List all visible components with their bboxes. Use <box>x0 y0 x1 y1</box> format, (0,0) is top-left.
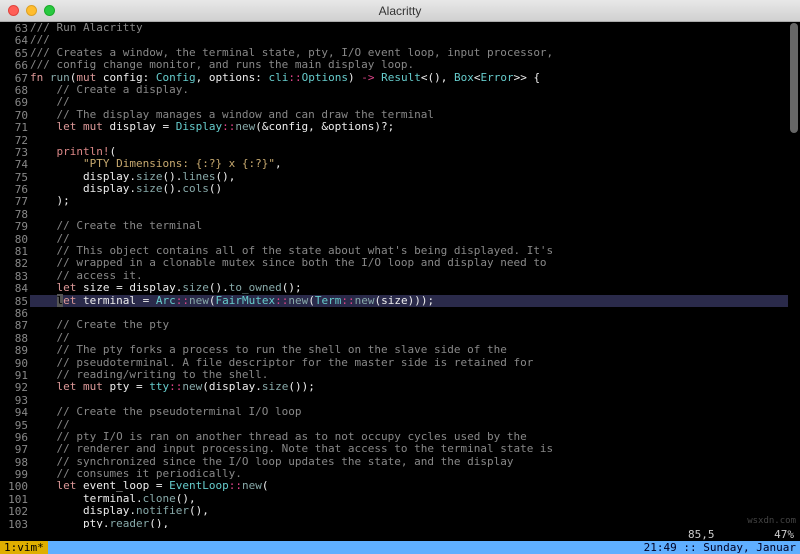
code-line[interactable]: let mut pty = tty::new(display.size()); <box>30 381 788 393</box>
code-area[interactable]: /// Run Alacritty////// Creates a window… <box>30 22 788 528</box>
line-number: 79 <box>0 221 28 233</box>
traffic-lights <box>8 5 55 16</box>
code-line[interactable]: ); <box>30 195 788 207</box>
close-icon[interactable] <box>8 5 19 16</box>
code-line[interactable]: // wrapped in a clonable mutex since bot… <box>30 257 788 269</box>
line-number: 77 <box>0 196 28 208</box>
vim-ruler: 85,5 47% <box>0 528 800 541</box>
line-number: 69 <box>0 97 28 109</box>
line-number: 74 <box>0 159 28 171</box>
code-line[interactable]: // Create the pseudoterminal I/O loop <box>30 406 788 418</box>
code-line[interactable]: let terminal = Arc::new(FairMutex::new(T… <box>30 295 788 307</box>
code-line[interactable]: // Create a display. <box>30 84 788 96</box>
code-line[interactable]: // Create the terminal <box>30 220 788 232</box>
watermark: wsxdn.com <box>747 516 796 526</box>
line-number: 92 <box>0 382 28 394</box>
minimize-icon[interactable] <box>26 5 37 16</box>
line-number-gutter: 6364656667686970717273747576777879808182… <box>0 22 28 531</box>
window-title: Alacritty <box>0 4 800 18</box>
scrollbar-thumb[interactable] <box>790 23 798 133</box>
terminal-viewport[interactable]: 6364656667686970717273747576777879808182… <box>0 22 800 554</box>
tmux-status-bar: 1:vim* 21:49 :: Sunday, Januar <box>0 541 800 554</box>
line-number: 66 <box>0 60 28 72</box>
tmux-clock: 21:49 :: Sunday, Januar <box>644 541 800 554</box>
line-number: 97 <box>0 444 28 456</box>
line-number: 100 <box>0 481 28 493</box>
line-number: 64 <box>0 35 28 47</box>
code-line[interactable]: display.size().cols() <box>30 183 788 195</box>
tmux-window-tab[interactable]: 1:vim* <box>0 541 48 554</box>
code-line[interactable]: let mut display = Display::new(&config, … <box>30 121 788 133</box>
code-line[interactable]: pty.reader(), <box>30 518 788 528</box>
code-line[interactable]: // Create the pty <box>30 319 788 331</box>
line-number: 94 <box>0 407 28 419</box>
zoom-icon[interactable] <box>44 5 55 16</box>
line-number: 87 <box>0 320 28 332</box>
code-line[interactable] <box>30 134 788 146</box>
code-line[interactable]: /// Run Alacritty <box>30 22 788 34</box>
line-number: 82 <box>0 258 28 270</box>
line-number: 89 <box>0 345 28 357</box>
line-number: 84 <box>0 283 28 295</box>
line-number: 71 <box>0 122 28 134</box>
line-number: 102 <box>0 506 28 518</box>
window-titlebar: Alacritty <box>0 0 800 22</box>
